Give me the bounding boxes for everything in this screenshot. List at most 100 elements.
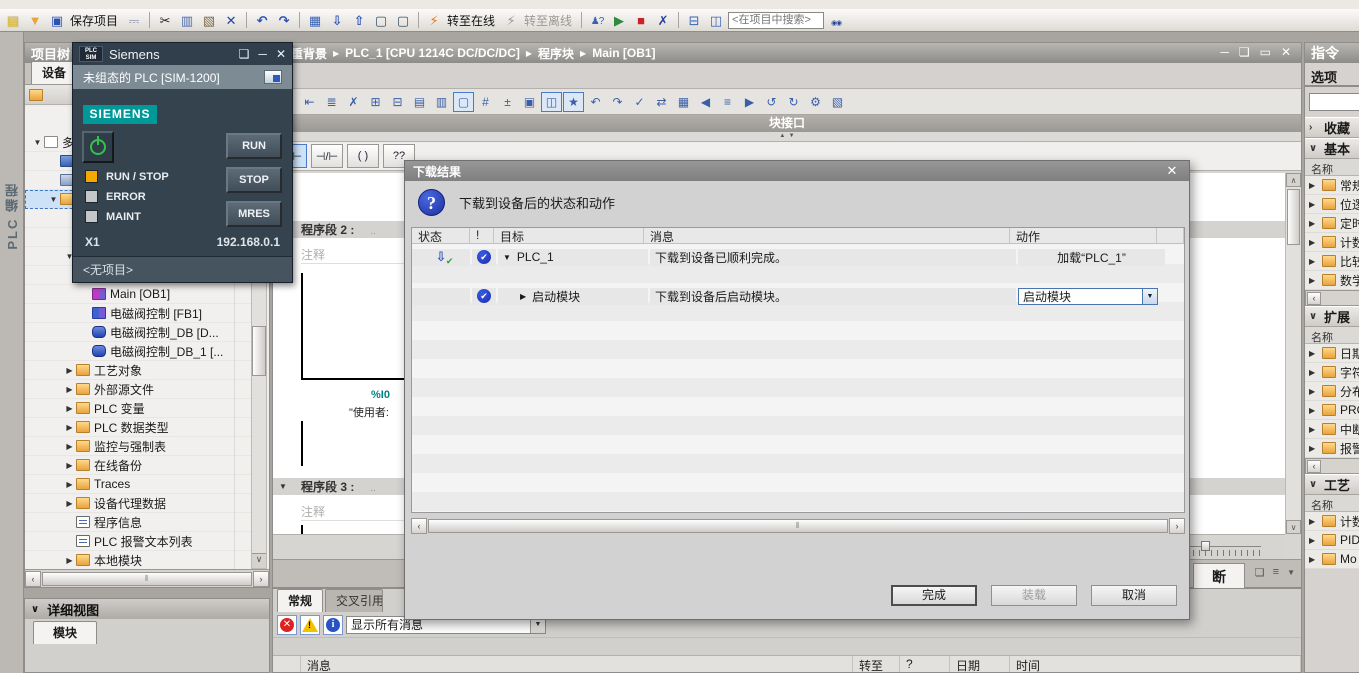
finish-button[interactable]: 完成 — [891, 585, 977, 606]
breadcrumb-program-blocks[interactable]: 程序块 — [538, 45, 574, 62]
undo-icon[interactable] — [252, 11, 272, 30]
editor-tool-icon[interactable]: ± — [497, 92, 518, 112]
scroll-right-icon[interactable]: › — [1169, 518, 1185, 534]
instruction-group[interactable]: ▶ Mo — [1305, 550, 1359, 569]
editor-tool-icon[interactable]: ≣ — [321, 92, 342, 112]
restore-icon[interactable]: ❏ — [1239, 45, 1250, 59]
expand-arrow-icon[interactable]: ▶ — [1309, 536, 1318, 545]
stop-button[interactable]: STOP — [226, 167, 282, 193]
expand-arrow-icon[interactable]: ▶ — [1309, 181, 1318, 190]
extended-hscrollbar[interactable]: ‹ — [1305, 458, 1359, 474]
network-2-comment[interactable]: 注释 — [301, 246, 421, 264]
editor-tool-icon[interactable]: ◫ — [541, 92, 562, 112]
col-time[interactable]: 时间 — [1010, 656, 1301, 672]
col-message[interactable]: 消息 — [301, 656, 853, 672]
expand-arrow-icon[interactable]: ▶ — [1309, 555, 1318, 564]
close-icon[interactable]: ✕ — [276, 47, 286, 61]
zoom-slider-knob[interactable] — [1201, 541, 1210, 551]
instruction-group[interactable]: ▶ 报警 — [1305, 439, 1359, 458]
info-filter-icon[interactable]: i — [323, 615, 343, 635]
editor-tool-icon[interactable]: ↺ — [761, 92, 782, 112]
download-to-device-icon[interactable] — [327, 11, 347, 30]
tag-name[interactable]: "使用者: — [349, 404, 389, 420]
expand-arrow-icon[interactable]: ▶ — [63, 461, 76, 470]
switch-to-project-view-icon[interactable] — [264, 70, 282, 84]
scrollbar-track[interactable]: ⦀ — [428, 519, 1168, 533]
editor-tool-icon[interactable]: ▥ — [431, 92, 452, 112]
instruction-group[interactable]: ▶ PRO — [1305, 401, 1359, 420]
tree-item[interactable]: ▶ Traces — [25, 475, 251, 494]
scrollbar-thumb[interactable] — [1287, 189, 1300, 245]
redo-icon[interactable] — [274, 11, 294, 30]
scroll-left-icon[interactable]: ‹ — [411, 518, 427, 534]
compile-icon[interactable] — [305, 11, 325, 30]
print-icon[interactable] — [124, 11, 144, 30]
instruction-group[interactable]: ▶ 日期 — [1305, 344, 1359, 363]
section-technology[interactable]: ∨ 工艺 — [1305, 474, 1359, 495]
expand-arrow-icon[interactable]: ▶ — [1309, 219, 1318, 228]
start-cpu-icon[interactable] — [609, 11, 629, 30]
warnings-filter-icon[interactable] — [300, 615, 320, 635]
expand-arrow-icon[interactable]: ▶ — [1309, 238, 1318, 247]
accessible-devices-icon[interactable] — [587, 11, 607, 30]
col-message[interactable]: 消息 — [644, 228, 1010, 243]
expand-arrow-icon[interactable]: ▶ — [63, 480, 76, 489]
tree-item[interactable]: 程序信息 — [25, 513, 251, 532]
go-online-icon[interactable] — [424, 11, 444, 30]
close-icon[interactable]: ✕ — [1163, 163, 1181, 179]
scroll-left-icon[interactable]: ‹ — [1307, 460, 1321, 473]
tree-item[interactable]: ▶ 在线备份 — [25, 456, 251, 475]
section-favorites[interactable]: › 收藏 — [1305, 117, 1359, 138]
tree-item[interactable]: ▶ 监控与强制表 — [25, 437, 251, 456]
expand-arrow-icon[interactable]: ▶ — [1309, 349, 1318, 358]
editor-tool-icon[interactable]: ◀ — [695, 92, 716, 112]
network-3-comment[interactable]: 注释 — [301, 503, 421, 521]
block-interface-bar[interactable]: 块接口 — [273, 115, 1301, 132]
editor-tool-icon[interactable]: ▤ — [409, 92, 430, 112]
instruction-group[interactable]: ▶ 计数 — [1305, 233, 1359, 252]
scroll-down-icon[interactable]: ∨ — [1286, 520, 1301, 534]
tab-cross-references[interactable]: 交叉引用 — [325, 589, 383, 612]
paste-icon[interactable] — [199, 11, 219, 30]
open-project-icon[interactable] — [25, 11, 45, 30]
target-cell[interactable]: ▶ 启动模块 — [498, 288, 648, 305]
expand-arrow-icon[interactable]: ▶ — [63, 366, 76, 375]
scroll-up-icon[interactable]: ∧ — [1286, 173, 1301, 187]
upload-from-device-icon[interactable] — [349, 11, 369, 30]
scroll-down-icon[interactable]: ∨ — [252, 553, 266, 568]
expand-arrow-icon[interactable]: ▶ — [1309, 406, 1318, 415]
cut-icon[interactable] — [155, 11, 175, 30]
tree-item[interactable]: PLC 报警文本列表 — [25, 532, 251, 551]
tree-item[interactable]: ▶ 外部源文件 — [25, 380, 251, 399]
chevron-down-icon[interactable]: ▼ — [1287, 566, 1295, 580]
tree-item[interactable]: 电磁阀控制 [FB1] — [25, 304, 251, 323]
split-editor-horizontal-icon[interactable] — [684, 11, 704, 30]
expand-arrow-icon[interactable]: ▼ — [47, 195, 60, 204]
expand-arrow-icon[interactable]: ▶ — [520, 292, 526, 301]
expand-arrow-icon[interactable]: ▶ — [1309, 425, 1318, 434]
expand-arrow-icon[interactable]: ▶ — [1309, 517, 1318, 526]
table-row-start-module[interactable]: ✔ ▶ 启动模块 下载到设备后启动模块。 启动模块 ▼ — [412, 286, 1184, 305]
expand-arrow-icon[interactable]: ▶ — [63, 423, 76, 432]
expand-arrow-icon[interactable]: ▶ — [1309, 368, 1318, 377]
section-basic[interactable]: ∨ 基本 — [1305, 138, 1359, 159]
project-search-input[interactable] — [728, 12, 824, 29]
contact-nc-icon[interactable]: ⊣/⊢ — [311, 144, 343, 168]
dropdown-arrow-icon[interactable]: ▼ — [1142, 289, 1157, 304]
minimize-icon[interactable]: ─ — [258, 47, 267, 61]
col-goto[interactable]: 转至 — [853, 656, 900, 672]
expand-arrow-icon[interactable]: ▼ — [31, 138, 44, 147]
editor-vertical-scrollbar[interactable]: ∧ ∨ — [1285, 173, 1301, 534]
plc-programming-rail-label[interactable]: PLC 编程 — [3, 182, 22, 250]
stop-cpu-icon[interactable] — [631, 11, 651, 30]
tab-module[interactable]: 模块 — [33, 621, 97, 644]
collapse-arrow-icon[interactable]: ▼ — [503, 253, 511, 262]
tree-item[interactable]: ▶ 本地模块 — [25, 551, 251, 569]
editor-tool-icon[interactable]: ▶ — [739, 92, 760, 112]
expand-arrow-icon[interactable]: ▶ — [1309, 257, 1318, 266]
instruction-group[interactable]: ▶ 定时 — [1305, 214, 1359, 233]
run-button[interactable]: RUN — [226, 133, 282, 159]
coil-icon[interactable]: ( ) — [347, 144, 379, 168]
errors-filter-icon[interactable]: ✕ — [277, 615, 297, 635]
scrollbar-thumb[interactable] — [252, 326, 266, 376]
